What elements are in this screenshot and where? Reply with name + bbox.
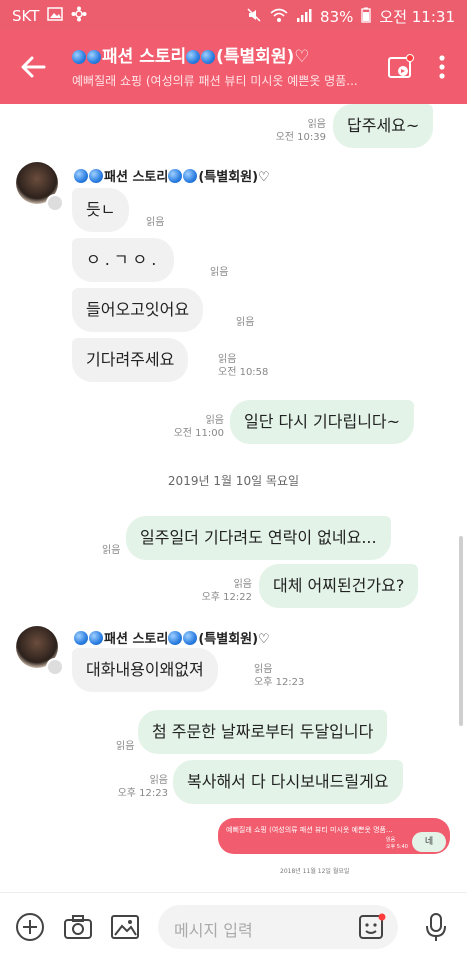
incoming-message[interactable]: 대화내용이왜없져 [72,648,218,692]
sender-name: 패션 스토리 (특별회원)♡ [74,166,270,185]
gallery-notification-icon [47,7,64,25]
microphone-icon [426,913,446,941]
app-notification-icon [71,6,87,26]
chat-title-suffix: (특별회원)♡ [216,47,310,67]
message-meta: 읽음 오후 12:23 [106,774,168,800]
preview-bubble: 네 [412,832,446,852]
preview-date: 2018년 11월 12일 월요일 [280,868,350,875]
read-receipt: 읽음 [233,579,252,590]
blue-dot-icon [168,631,183,645]
read-receipt: 읽음 [307,119,326,130]
read-receipt: 읽음 [254,664,273,675]
add-button[interactable] [15,912,45,942]
outgoing-message[interactable]: 답주세요~ [333,104,434,148]
outgoing-message[interactable]: 첨 주문한 날짜로부터 두달입니다 [138,710,388,754]
outgoing-message[interactable]: 일주일더 기다려도 연락이 없네요... [126,516,391,560]
battery-icon [361,7,372,27]
emoticon-icon [359,913,386,939]
chat-subtitle: 예뻐질래 쇼핑 (여성의류 패션 뷰티 미시옷 예쁜옷 명품... [72,74,358,88]
outgoing-message[interactable]: 일단 다시 기다립니다~ [230,400,415,444]
chat-header: 패션 스토리 (특별회원)♡ 예뻐질래 쇼핑 (여성의류 패션 뷰티 미시옷 예쁜… [0,30,467,104]
image-icon [111,915,139,939]
read-receipt: 읽음 [218,354,237,365]
blue-dot-icon [87,50,101,64]
message-time: 오후 12:22 [201,592,252,603]
sender-name-text: 패션 스토리 [104,170,169,185]
carrier-label: SKT [12,7,40,25]
preview-time: 오후 5:40 [385,844,408,850]
status-bar: SKT 83% 오전 11:31 [0,0,467,30]
incoming-message[interactable]: 기다려주세요 [72,338,189,382]
date-divider: 2019년 1월 10일 목요일 [167,474,300,488]
blue-dot-icon [74,169,88,183]
signal-icon [296,7,312,27]
message-meta: 읽음 오전 10:39 [262,118,326,144]
message-meta: 읽음 오전 11:00 [160,414,224,440]
share-screen-icon [388,54,414,78]
blue-dot-icon [183,631,198,645]
crown-badge-icon [46,194,64,212]
blue-dot-icon [74,631,88,645]
voice-input-button[interactable] [421,912,451,942]
message-list[interactable]: 읽음 오전 10:39 답주세요~ 패션 스토리 (특별회원)♡ 듯ㄴ 읽음 ㅇ.… [0,104,467,892]
plus-circle-icon [16,913,44,941]
blue-dot-icon [89,631,103,645]
message-time: 오후 12:23 [254,677,305,688]
read-receipt: 읽음 [236,317,255,328]
read-receipt: 읽음 [205,415,224,426]
sender-name-suffix: (특별회원)♡ [198,170,270,185]
read-receipt: 읽음 [116,741,135,752]
message-time: 오후 12:23 [117,788,168,799]
outgoing-message[interactable]: 복사해서 다 다시보내드릴게요 [173,760,403,804]
outgoing-message[interactable]: 대체 어찌된건가요? [259,564,419,608]
preview-read-receipt: 읽음 [385,837,396,843]
blue-dot-icon [89,169,103,183]
message-meta: 읽음 오전 10:58 [218,353,268,379]
message-input-bar: 메시지 입력 [0,892,467,961]
chat-title-text: 패션 스토리 [102,47,187,67]
camera-button[interactable] [63,912,93,942]
message-meta: 읽음 오후 12:23 [254,663,304,689]
emoticon-button[interactable] [358,913,386,941]
message-time: 오전 11:00 [173,428,224,439]
message-input[interactable]: 메시지 입력 [158,905,398,949]
more-vertical-icon [439,55,445,79]
read-receipt: 읽음 [210,267,229,278]
incoming-message[interactable]: 들어오고잇어요 [72,288,204,332]
read-receipt: 읽음 [102,545,121,556]
sender-name-suffix: (특별회원)♡ [198,632,270,647]
message-time: 오전 10:58 [218,367,269,378]
blue-dot-icon [201,50,216,64]
crown-badge-icon [46,658,64,676]
incoming-message[interactable]: 듯ㄴ [72,188,130,232]
blue-dot-icon [168,169,183,183]
blue-dot-icon [183,169,198,183]
clock: 오전 11:31 [379,8,455,26]
share-chat-button[interactable] [388,54,414,80]
preview-header-text: 예뻐질래 쇼핑 (여성의류 패션 뷰티 미시옷 예쁜옷 명품... [226,826,393,834]
sender-name: 패션 스토리 (특별회원)♡ [74,628,270,647]
message-time: 오전 10:39 [275,132,326,143]
wifi-icon [270,7,288,27]
back-button[interactable] [18,52,48,82]
shared-screenshot-preview[interactable]: 예뻐질래 쇼핑 (여성의류 패션 뷰티 미시옷 예쁜옷 명품... 읽음 오후 … [218,818,450,854]
gallery-button[interactable] [110,912,140,942]
message-meta: 읽음 오후 12:22 [190,578,252,604]
battery-percent: 83% [320,7,354,26]
read-receipt: 읽음 [149,775,168,786]
blue-dot-icon [186,50,201,64]
incoming-message[interactable]: ㅇ.ㄱㅇ. [72,238,175,282]
sender-name-text: 패션 스토리 [104,632,169,647]
blue-dot-icon [72,50,86,64]
camera-icon [64,915,92,939]
preview-meta: 읽음 오후 5:40 [386,836,408,850]
more-menu-button[interactable] [438,54,446,80]
message-input-placeholder: 메시지 입력 [174,921,253,940]
read-receipt: 읽음 [146,217,165,228]
arrow-left-icon [21,56,46,78]
scrollbar[interactable] [459,536,463,726]
mute-icon [246,7,262,27]
chat-title: 패션 스토리 (특별회원)♡ [72,42,309,67]
